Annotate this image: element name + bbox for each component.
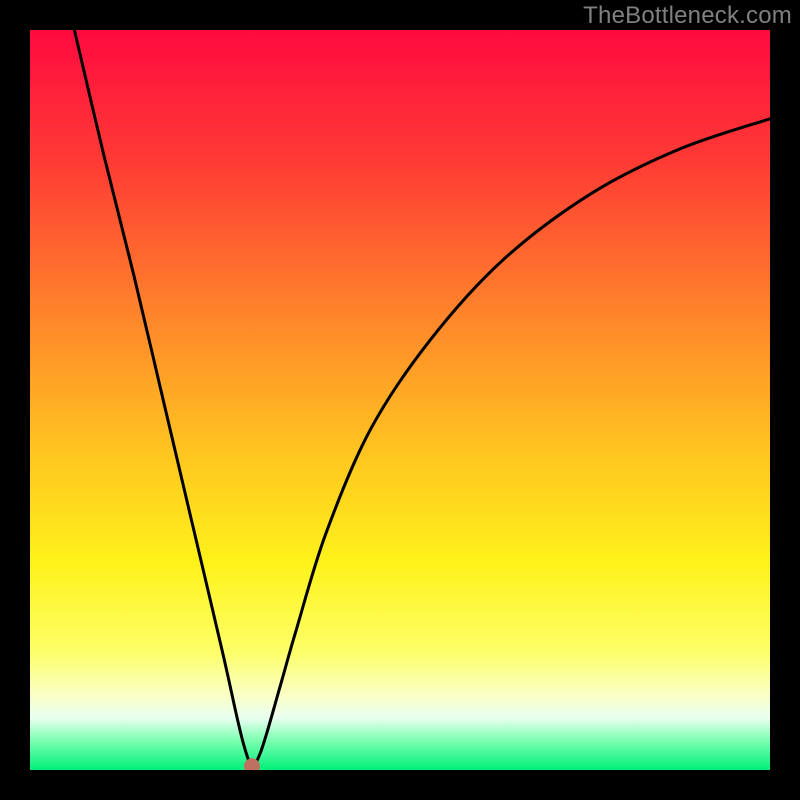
chart-frame: TheBottleneck.com [0,0,800,800]
curve-layer [30,30,770,770]
plot-area [30,30,770,770]
watermark-text: TheBottleneck.com [583,2,792,30]
bottleneck-curve [74,30,770,766]
